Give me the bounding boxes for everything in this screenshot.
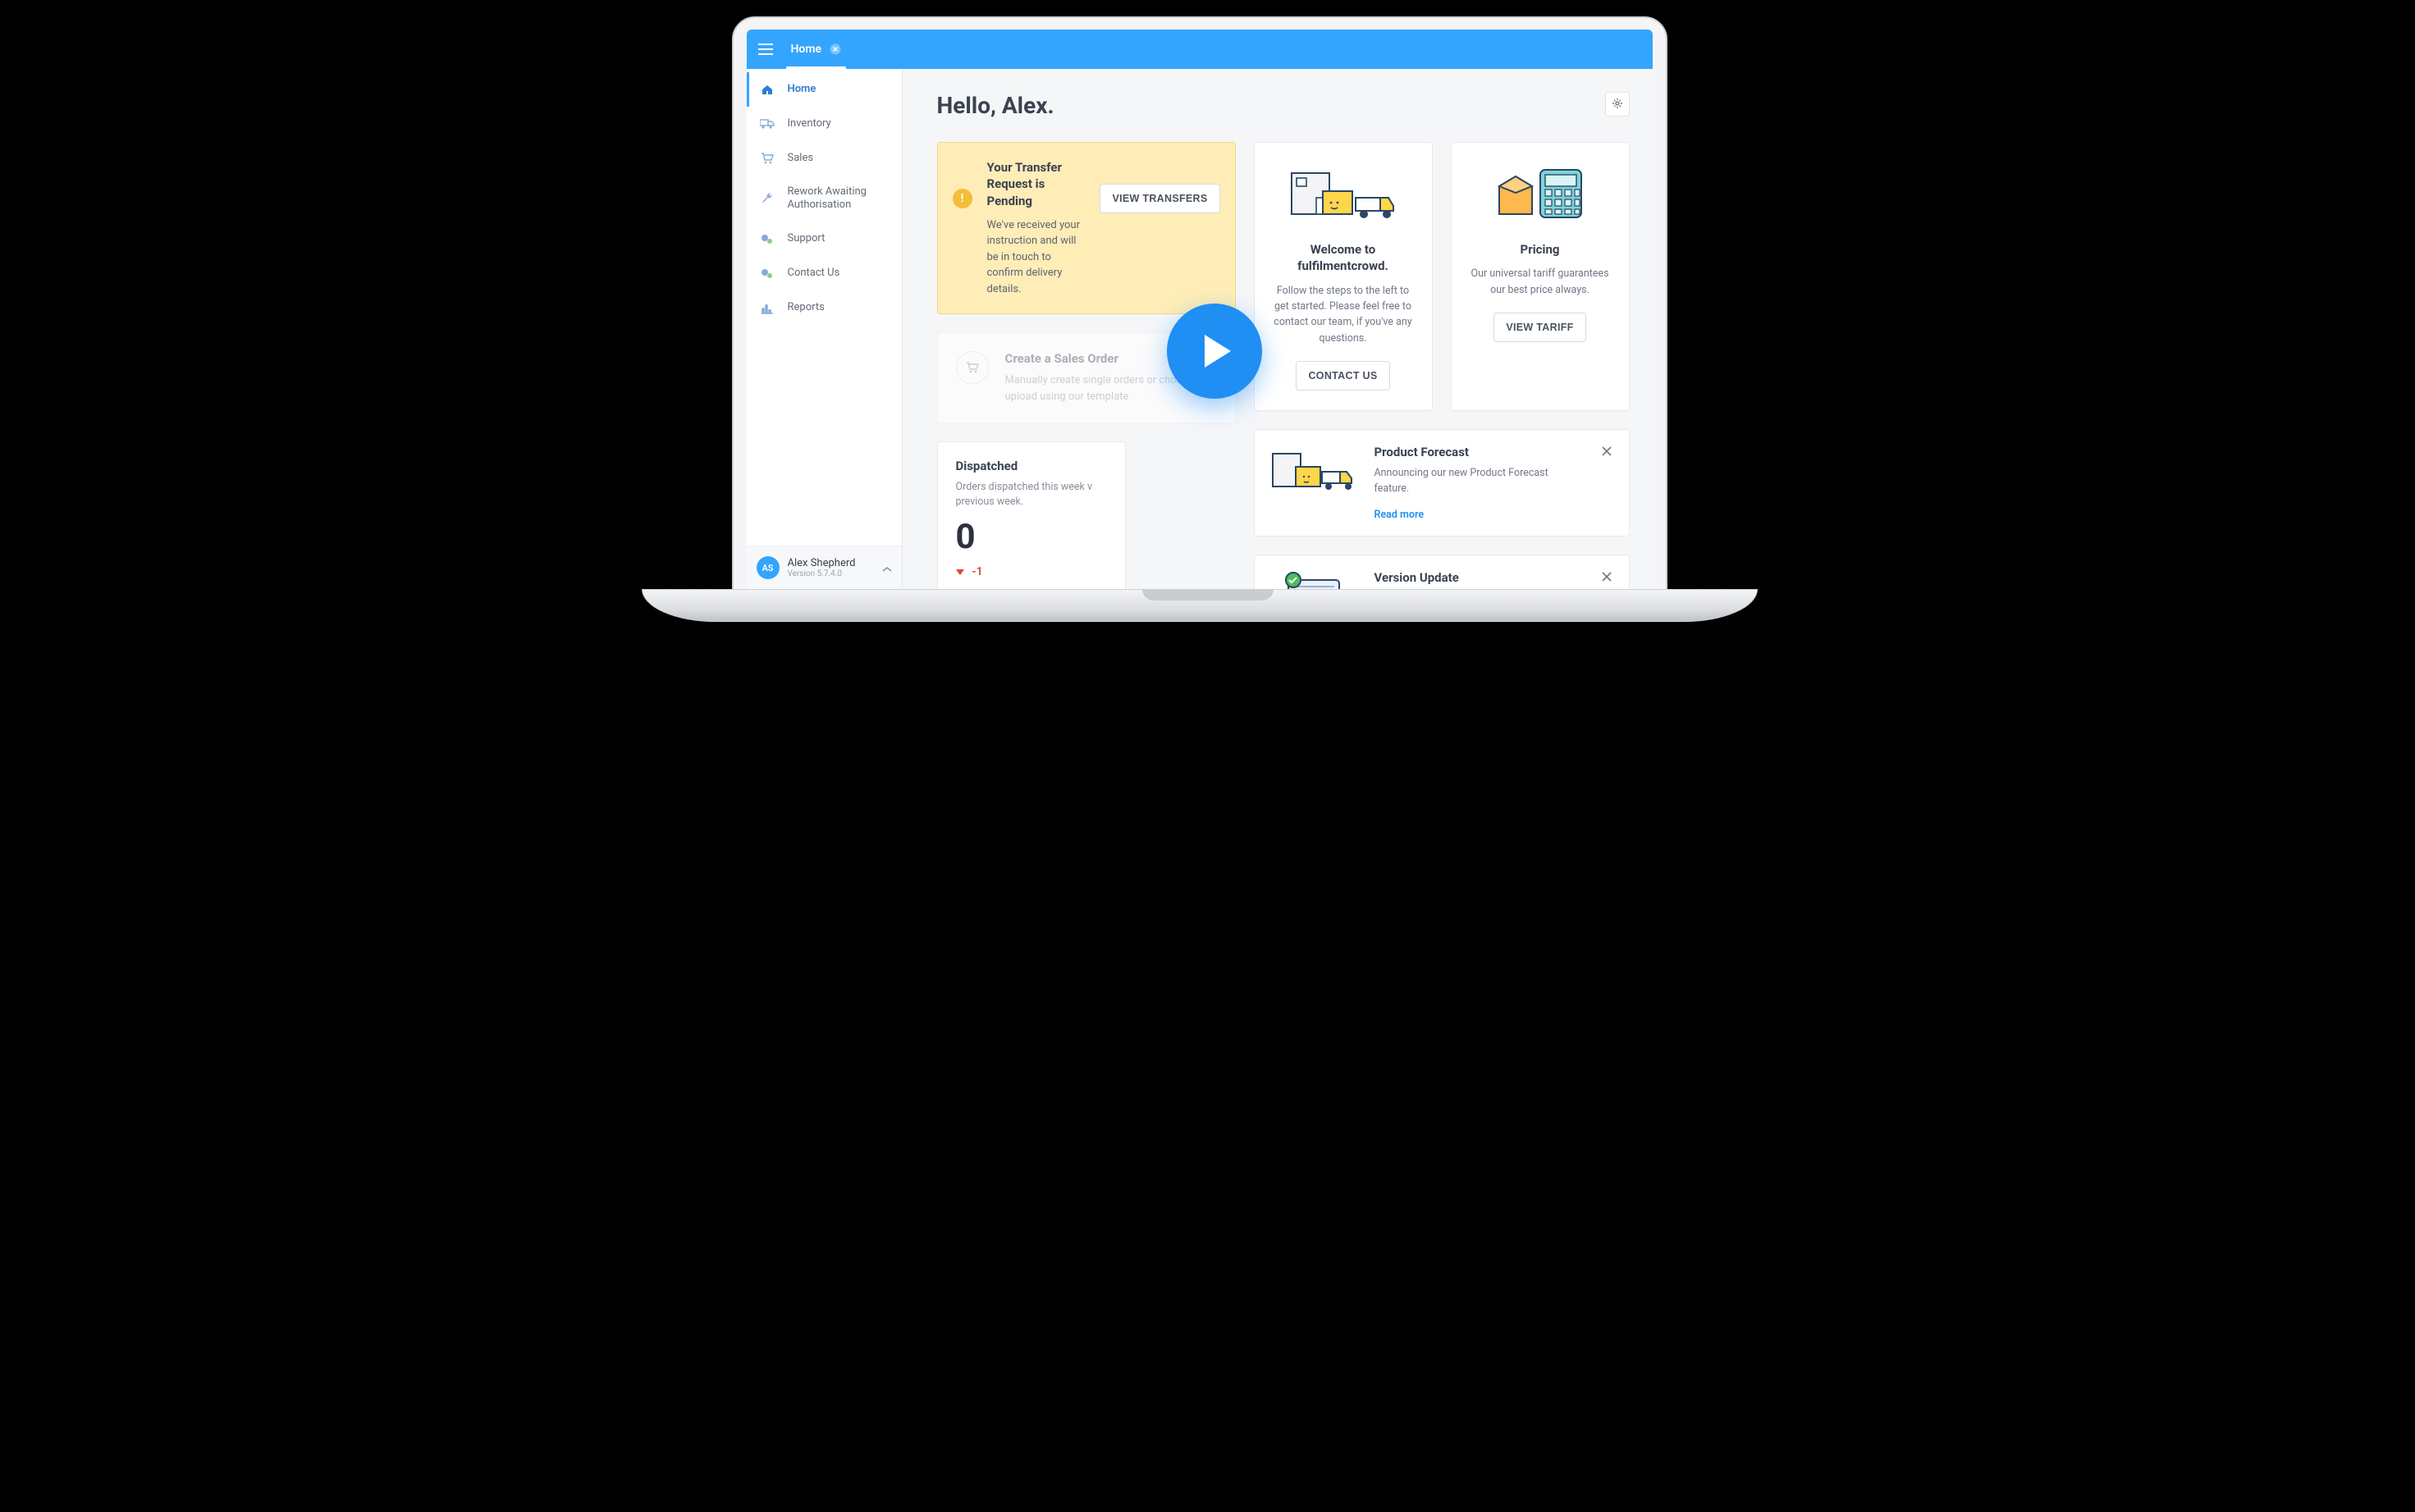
sidebar-item-label: Home [788, 83, 816, 96]
pricing-title: Pricing [1466, 241, 1614, 258]
chat-icon [760, 232, 775, 247]
dispatched-delta: -1 [956, 565, 1107, 578]
dispatched-delta-value: -1 [972, 565, 983, 578]
sidebar-item-home[interactable]: Home [747, 72, 902, 107]
tab-home[interactable]: Home [791, 30, 842, 69]
sidebar-item-support[interactable]: Support [747, 222, 902, 257]
alert-body: We've received your instruction and will… [987, 217, 1086, 298]
sidebar-item-label: Support [788, 232, 826, 245]
view-tariff-button[interactable]: VIEW TARIFF [1493, 313, 1585, 342]
product-forecast-notice: Product Forecast Announcing our new Prod… [1254, 429, 1630, 537]
user-version: Version 5.7.4.0 [788, 569, 874, 578]
pricing-card: Pricing Our universal tariff guarantees … [1451, 142, 1630, 411]
sidebar-item-reports[interactable]: Reports [747, 291, 902, 326]
laptop-check-illustration [1271, 570, 1356, 590]
welcome-card: Welcome to fulfilmentcrowd. Follow the s… [1254, 142, 1433, 411]
chevron-up-icon[interactable] [882, 560, 892, 576]
tab-close-icon[interactable] [830, 43, 841, 55]
forecast-illustration [1271, 445, 1356, 500]
main-content: Hello, Alex. ! Your Transfer Request is … [903, 69, 1653, 589]
hamburger-icon[interactable] [758, 43, 773, 55]
sidebar-item-label: Reports [788, 301, 825, 314]
avatar: AS [757, 556, 780, 579]
home-icon [760, 82, 775, 97]
dispatched-title: Dispatched [956, 459, 1107, 473]
cart-icon [956, 351, 989, 384]
page-title: Hello, Alex. [937, 92, 1605, 119]
sidebar-item-inventory[interactable]: Inventory [747, 107, 902, 141]
arrow-down-icon [956, 569, 964, 575]
user-row[interactable]: AS Alex Shepherd Version 5.7.4.0 [747, 546, 902, 589]
version-update-notice: Version Update A version update will be … [1254, 555, 1630, 590]
sidebar-item-label: Rework Awaiting Authorisation [788, 185, 889, 212]
alert-transfer-pending: ! Your Transfer Request is Pending We've… [937, 142, 1236, 314]
laptop-shadow [666, 632, 1733, 681]
view-transfers-button[interactable]: VIEW TRANSFERS [1100, 184, 1219, 213]
sidebar-item-label: Contact Us [788, 267, 840, 280]
wrench-icon [760, 191, 775, 206]
contact-us-button[interactable]: CONTACT US [1296, 361, 1389, 391]
tab-label: Home [791, 43, 822, 56]
welcome-body: Follow the steps to the left to get star… [1269, 283, 1417, 347]
read-more-link[interactable]: Read more [1374, 509, 1425, 521]
laptop-frame: Home Home Inve [732, 16, 1667, 591]
play-icon [1205, 335, 1231, 368]
dispatched-value: 0 [956, 517, 1107, 557]
sidebar-item-sales[interactable]: Sales [747, 141, 902, 176]
sidebar-item-rework[interactable]: Rework Awaiting Authorisation [747, 176, 902, 222]
truck-icon [760, 116, 775, 131]
alert-title: Your Transfer Request is Pending [987, 159, 1086, 209]
dispatched-subtitle: Orders dispatched this week v previous w… [956, 480, 1107, 509]
user-name: Alex Shepherd [788, 557, 874, 569]
welcome-title: Welcome to fulfilmentcrowd. [1269, 241, 1417, 275]
sidebar-item-contact[interactable]: Contact Us [747, 257, 902, 291]
warning-icon: ! [953, 189, 972, 208]
forecast-notice-title: Product Forecast [1374, 445, 1583, 459]
dispatched-card: Dispatched Orders dispatched this week v… [937, 441, 1126, 589]
gear-icon [1612, 97, 1623, 112]
nav-list: Home Inventory Sales Rework Awaitin [747, 69, 902, 546]
forecast-notice-body: Announcing our new Product Forecast feat… [1374, 466, 1583, 497]
pricing-illustration [1466, 159, 1614, 230]
warehouse-illustration [1269, 159, 1417, 230]
close-icon[interactable] [1601, 570, 1612, 586]
chart-icon [760, 301, 775, 316]
contact-icon [760, 267, 775, 281]
close-icon[interactable] [1601, 445, 1612, 460]
laptop-notch [1142, 589, 1274, 601]
sidebar: Home Inventory Sales Rework Awaitin [747, 69, 903, 589]
settings-button[interactable] [1605, 92, 1630, 116]
sidebar-item-label: Inventory [788, 117, 831, 130]
version-notice-title: Version Update [1374, 570, 1583, 585]
topbar: Home [747, 30, 1653, 69]
pricing-body: Our universal tariff guarantees our best… [1466, 266, 1614, 298]
play-video-button[interactable] [1167, 304, 1262, 399]
cart-icon [760, 151, 775, 166]
sidebar-item-label: Sales [788, 152, 814, 165]
